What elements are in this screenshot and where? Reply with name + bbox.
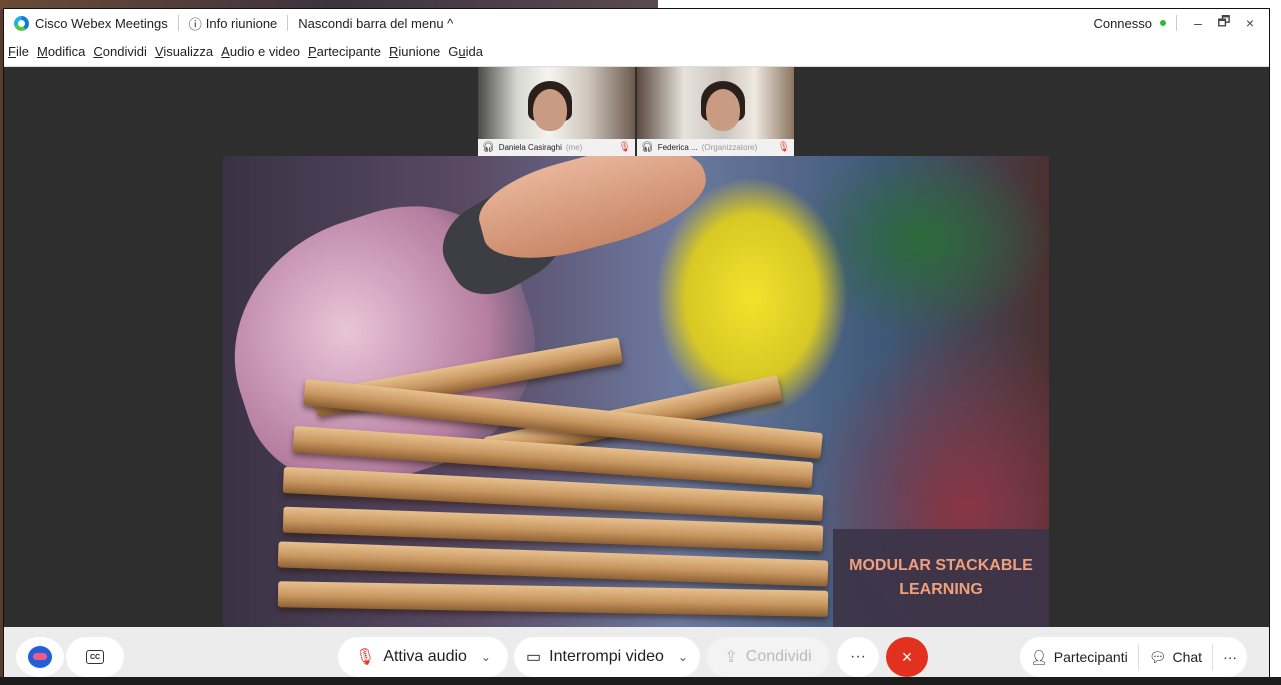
menu-guida[interactable]: Guida bbox=[448, 44, 483, 59]
menu-partecipante[interactable]: Partecipante bbox=[308, 44, 381, 59]
connection-status: Connesso bbox=[1083, 9, 1176, 37]
chevron-down-icon[interactable]: ⌄ bbox=[481, 650, 491, 664]
title-separator bbox=[1176, 15, 1177, 31]
close-icon: × bbox=[901, 646, 913, 667]
muted-mic-icon: 🎙︎ bbox=[355, 649, 376, 666]
info-icon: ⓘ bbox=[188, 16, 202, 32]
slide-title-line: MODULAR STACKABLE bbox=[849, 557, 1033, 574]
minimize-button[interactable]: – bbox=[1185, 15, 1211, 31]
taskbar-strip bbox=[0, 677, 1281, 685]
leave-meeting-button[interactable]: × bbox=[886, 637, 928, 677]
info-button[interactable]: ⓘ Info riunione bbox=[179, 9, 288, 37]
participant-thumbnails: 🎧︎ Daniela Casiraghi (me) 🎙︎ 🎧︎ Federica… bbox=[478, 67, 794, 156]
info-label: Info riunione bbox=[205, 15, 278, 31]
participant-video-tile[interactable]: 🎧︎ Federica ... (Organizzatore) 🎙︎ bbox=[637, 67, 794, 156]
participant-video bbox=[637, 67, 794, 139]
assistant-button[interactable] bbox=[16, 637, 64, 677]
stop-video-button[interactable]: ▭ Interrompi video ⌄ bbox=[514, 637, 700, 677]
participant-role: (me) bbox=[565, 143, 583, 152]
more-icon: ··· bbox=[1223, 649, 1238, 665]
more-panels-button[interactable]: ··· bbox=[1213, 637, 1247, 677]
slide-title-line: LEARNING bbox=[899, 581, 983, 598]
webex-window: Cisco Webex Meetings ⓘ Info riunione Nas… bbox=[3, 8, 1270, 685]
hide-menu-button[interactable]: Nascondi barra del menu ^ bbox=[288, 9, 463, 37]
hide-menu-label: Nascondi barra del menu ^ bbox=[298, 15, 454, 31]
participants-button[interactable]: 👤︎ Partecipanti bbox=[1020, 637, 1138, 677]
participant-face bbox=[533, 89, 567, 131]
status-label: Connesso bbox=[1093, 15, 1152, 31]
muted-mic-icon: 🎙︎ bbox=[777, 142, 790, 153]
app-title: Cisco Webex Meetings bbox=[4, 9, 178, 37]
chat-icon: 💬︎ bbox=[1148, 648, 1167, 665]
menu-audio-video[interactable]: Audio e video bbox=[221, 44, 300, 59]
headset-icon: 🎧︎ bbox=[641, 142, 654, 153]
meeting-stage: 🎧︎ Daniela Casiraghi (me) 🎙︎ 🎧︎ Federica… bbox=[4, 67, 1269, 627]
audio-label: Attiva audio bbox=[383, 648, 467, 665]
participant-label: 🎧︎ Federica ... (Organizzatore) 🎙︎ bbox=[637, 139, 794, 156]
share-button[interactable]: ⇪ Condividi bbox=[707, 637, 829, 677]
menu-riunione[interactable]: Riunione bbox=[389, 44, 440, 59]
participant-video-tile[interactable]: 🎧︎ Daniela Casiraghi (me) 🎙︎ bbox=[478, 67, 635, 156]
menu-visualizza[interactable]: Visualizza bbox=[155, 44, 213, 59]
chat-button[interactable]: 💬︎ Chat bbox=[1139, 637, 1212, 677]
video-label: Interrompi video bbox=[549, 648, 664, 665]
participant-role: (Organizzatore) bbox=[701, 143, 758, 152]
more-icon: ··· bbox=[850, 648, 866, 665]
app-name: Cisco Webex Meetings bbox=[35, 15, 168, 31]
chevron-down-icon[interactable]: ⌄ bbox=[678, 650, 688, 664]
participant-face bbox=[706, 89, 740, 131]
close-button[interactable]: × bbox=[1237, 15, 1263, 31]
menu-modifica[interactable]: Modifica bbox=[37, 44, 85, 59]
webex-logo-icon bbox=[14, 15, 29, 31]
share-label: Condividi bbox=[745, 648, 812, 665]
panel-buttons: 👤︎ Partecipanti 💬︎ Chat ··· bbox=[1020, 637, 1248, 677]
camera-icon: ▭ bbox=[526, 649, 542, 666]
menu-condividi[interactable]: Condividi bbox=[93, 44, 146, 59]
restore-button[interactable]: 🗗 bbox=[1211, 11, 1237, 35]
slide-image-block bbox=[277, 581, 829, 617]
share-icon: ⇪ bbox=[724, 649, 738, 666]
webex-assistant-icon bbox=[28, 646, 52, 668]
participants-label: Partecipanti bbox=[1053, 649, 1128, 665]
menu-bar: File Modifica Condividi Visualizza Audio… bbox=[4, 37, 1269, 67]
participant-label: 🎧︎ Daniela Casiraghi (me) 🎙︎ bbox=[478, 139, 635, 156]
captions-button[interactable]: CC bbox=[66, 637, 124, 677]
participant-name: Federica ... bbox=[657, 143, 698, 152]
chat-label: Chat bbox=[1172, 649, 1203, 665]
shared-slide: MODULAR STACKABLE LEARNING bbox=[223, 156, 1049, 627]
participant-name: Daniela Casiraghi bbox=[498, 143, 562, 152]
participant-video bbox=[478, 67, 635, 139]
muted-mic-icon: 🎙︎ bbox=[618, 142, 631, 153]
title-bar: Cisco Webex Meetings ⓘ Info riunione Nas… bbox=[4, 9, 1269, 37]
slide-title-box: MODULAR STACKABLE LEARNING bbox=[833, 529, 1049, 627]
headset-icon: 🎧︎ bbox=[482, 142, 495, 153]
status-dot-icon bbox=[1160, 20, 1166, 26]
more-options-button[interactable]: ··· bbox=[837, 637, 879, 677]
participants-icon: 👤︎ bbox=[1030, 648, 1048, 665]
closed-captions-icon: CC bbox=[86, 650, 104, 664]
unmute-audio-button[interactable]: 🎙︎ Attiva audio ⌄ bbox=[338, 637, 508, 677]
menu-file[interactable]: File bbox=[8, 44, 29, 59]
